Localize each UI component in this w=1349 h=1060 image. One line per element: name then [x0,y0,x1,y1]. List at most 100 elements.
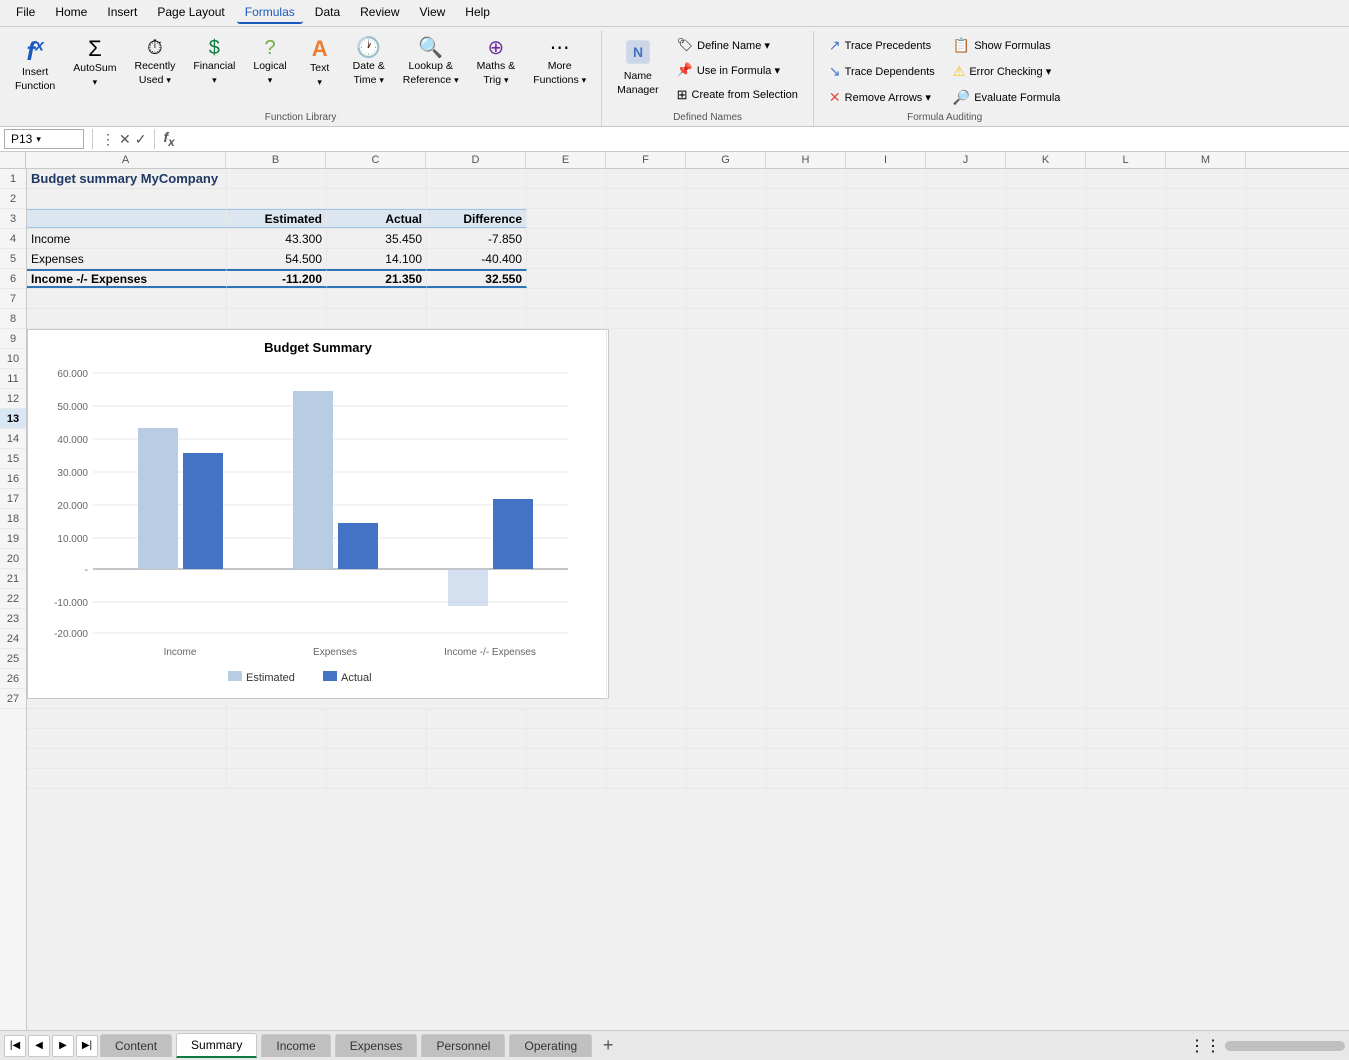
cell-l24[interactable] [1087,709,1167,728]
cell-h4[interactable] [767,229,847,248]
cell-b7[interactable] [227,289,327,308]
col-header-j[interactable]: J [926,152,1006,168]
cell-reference-box[interactable]: P13 ▾ [4,129,84,149]
cell-j-chart[interactable] [927,329,1007,708]
formula-input[interactable] [179,132,1345,146]
remove-arrows-button[interactable]: ✕ Remove Arrows ▾ [822,85,942,110]
evaluate-formula-button[interactable]: 🔎 Evaluate Formula [946,85,1068,110]
cell-l7[interactable] [1087,289,1167,308]
tab-prev-button[interactable]: ◀ [28,1035,50,1057]
header-label-cell[interactable] [27,209,227,228]
cell-f4[interactable] [607,229,687,248]
cell-g5[interactable] [687,249,767,268]
cell-i1[interactable] [847,169,927,188]
cell-b8[interactable] [227,309,327,328]
row-header-22[interactable]: 22 [0,589,26,609]
cell-l-chart[interactable] [1087,329,1167,708]
cell-c25[interactable] [327,729,427,748]
cell-h25[interactable] [767,729,847,748]
cell-k2[interactable] [1007,189,1087,208]
cell-l25[interactable] [1087,729,1167,748]
cell-a25[interactable] [27,729,227,748]
maths-trig-button[interactable]: ⊕ Maths &Trig ▾ [470,33,523,92]
cell-e5[interactable] [527,249,607,268]
tab-operating[interactable]: Operating [509,1034,592,1057]
cell-k4[interactable] [1007,229,1087,248]
cell-i5[interactable] [847,249,927,268]
cell-f26[interactable] [607,749,687,768]
use-in-formula-button[interactable]: 📌 Use in Formula ▾ [670,58,805,82]
show-formulas-button[interactable]: 📋 Show Formulas [946,33,1068,58]
cell-e2[interactable] [527,189,607,208]
row-header-16[interactable]: 16 [0,469,26,489]
col-header-e[interactable]: E [526,152,606,168]
cell-j24[interactable] [927,709,1007,728]
row-header-4[interactable]: 4 [0,229,26,249]
cell-f27[interactable] [607,769,687,788]
cell-k24[interactable] [1007,709,1087,728]
cell-g1[interactable] [687,169,767,188]
cell-d27[interactable] [427,769,527,788]
menu-review[interactable]: Review [352,2,407,24]
menu-insert[interactable]: Insert [99,2,145,24]
cell-i6[interactable] [847,269,927,288]
cell-j3[interactable] [927,209,1007,228]
cell-i-chart[interactable] [847,329,927,708]
cell-m2[interactable] [1167,189,1247,208]
cell-g4[interactable] [687,229,767,248]
cell-e7[interactable] [527,289,607,308]
cell-k1[interactable] [1007,169,1087,188]
tab-income[interactable]: Income [261,1034,330,1057]
cell-i2[interactable] [847,189,927,208]
cell-h-chart[interactable] [767,329,847,708]
cell-m3[interactable] [1167,209,1247,228]
cell-g3[interactable] [687,209,767,228]
cell-h6[interactable] [767,269,847,288]
cell-a24[interactable] [27,709,227,728]
cell-g2[interactable] [687,189,767,208]
cell-h26[interactable] [767,749,847,768]
cell-m26[interactable] [1167,749,1247,768]
add-sheet-button[interactable]: + [596,1034,620,1058]
formula-bar-more-icon[interactable]: ⋮ [101,131,115,148]
col-header-i[interactable]: I [846,152,926,168]
cell-h27[interactable] [767,769,847,788]
cell-d7[interactable] [427,289,527,308]
cell-f3[interactable] [607,209,687,228]
cell-a27[interactable] [27,769,227,788]
text-button[interactable]: A Text▾ [298,33,342,94]
tab-summary[interactable]: Summary [176,1033,257,1058]
cell-l26[interactable] [1087,749,1167,768]
cell-b27[interactable] [227,769,327,788]
cell-f8[interactable] [607,309,687,328]
row-header-2[interactable]: 2 [0,189,26,209]
insert-function-button[interactable]: fx Insert Function [8,33,62,98]
cell-b24[interactable] [227,709,327,728]
formula-bar-cancel-icon[interactable]: ✕ [119,131,131,148]
cell-f25[interactable] [607,729,687,748]
cell-g7[interactable] [687,289,767,308]
cell-j26[interactable] [927,749,1007,768]
cell-f2[interactable] [607,189,687,208]
col-header-m[interactable]: M [1166,152,1246,168]
row-header-3[interactable]: 3 [0,209,26,229]
cell-m7[interactable] [1167,289,1247,308]
cell-k-chart[interactable] [1007,329,1087,708]
cell-i8[interactable] [847,309,927,328]
expenses-estimated-cell[interactable]: 54.500 [227,249,327,268]
cell-e25[interactable] [527,729,607,748]
row-header-26[interactable]: 26 [0,669,26,689]
cell-j1[interactable] [927,169,1007,188]
row-header-20[interactable]: 20 [0,549,26,569]
cell-c1[interactable] [327,169,427,188]
cell-k25[interactable] [1007,729,1087,748]
menu-help[interactable]: Help [457,2,498,24]
date-time-button[interactable]: 🕐 Date &Time ▾ [346,33,392,92]
tab-personnel[interactable]: Personnel [421,1034,505,1057]
cell-c7[interactable] [327,289,427,308]
cell-j2[interactable] [927,189,1007,208]
cell-h2[interactable] [767,189,847,208]
formula-bar-confirm-icon[interactable]: ✓ [135,131,147,148]
income-actual-cell[interactable]: 35.450 [327,229,427,248]
cell-m-chart[interactable] [1167,329,1247,708]
